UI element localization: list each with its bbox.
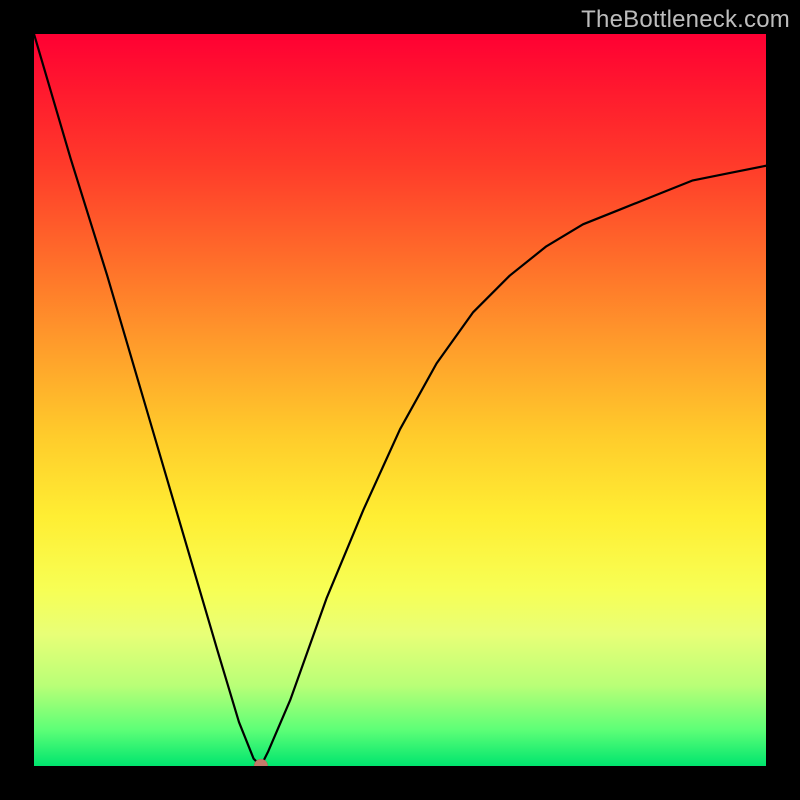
chart-plot-area bbox=[34, 34, 766, 766]
bottleneck-curve bbox=[34, 34, 766, 766]
watermark-text: TheBottleneck.com bbox=[581, 6, 790, 34]
chart-frame: TheBottleneck.com bbox=[0, 0, 800, 800]
chart-svg bbox=[34, 34, 766, 766]
